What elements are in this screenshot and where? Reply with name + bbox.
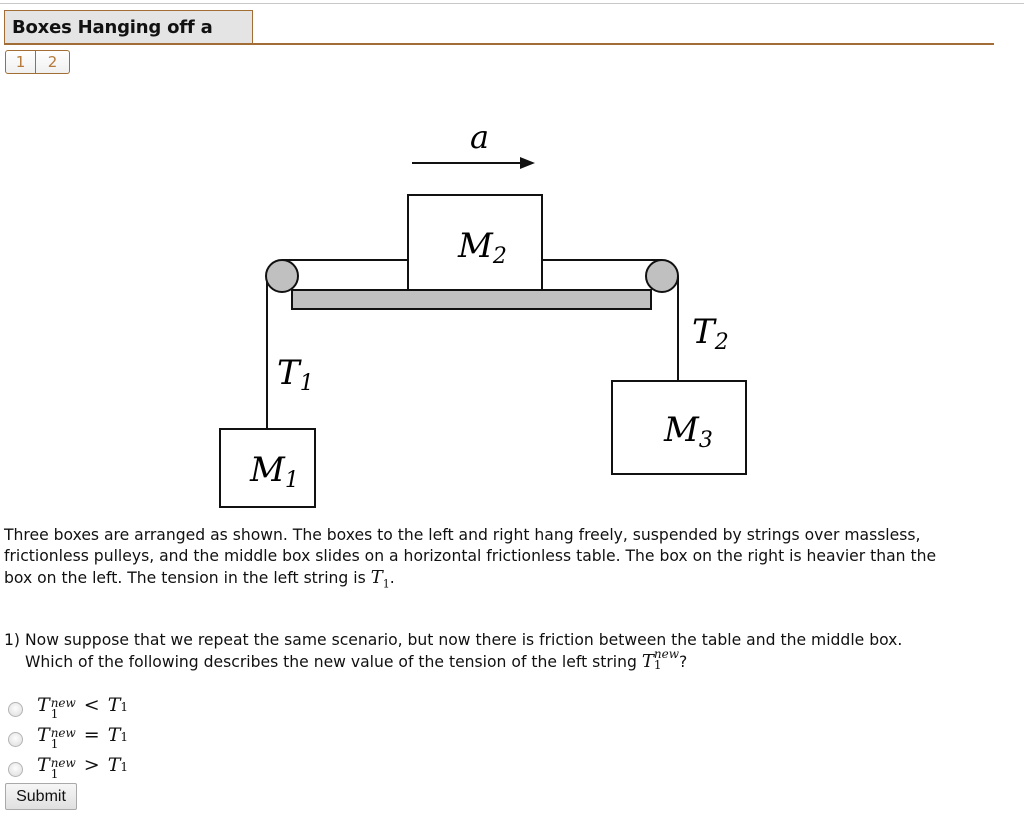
label-t2: T2	[692, 312, 729, 355]
option-equal[interactable]: T new 1 = T1	[8, 724, 128, 754]
question-mark: ?	[679, 653, 688, 671]
radio-option-2[interactable]	[8, 731, 23, 747]
option-1-expression: T new 1 < T1	[37, 694, 129, 721]
page-navigation: 1 2	[5, 50, 70, 74]
table	[291, 289, 652, 310]
radio-option-1[interactable]	[8, 701, 23, 717]
problem-title: Boxes Hanging off a Table	[4, 10, 253, 71]
top-divider	[0, 3, 1024, 4]
description-line-1: Three boxes are arranged as shown. The b…	[4, 526, 921, 544]
problem-description: Three boxes are arranged as shown. The b…	[4, 525, 1004, 595]
label-t1: T1	[277, 353, 314, 396]
option-2-expression: T new 1 = T1	[37, 724, 129, 751]
pulley-diagram: a M2 T1 T2 M1 M3	[219, 118, 747, 508]
description-period: .	[389, 569, 395, 587]
option-3-expression: T new 1 > T1	[37, 754, 129, 781]
description-line-3-text: box on the left. The tension in the left…	[4, 569, 371, 587]
page-button-1[interactable]: 1	[5, 50, 36, 74]
right-pulley	[645, 259, 679, 293]
answer-options: T new 1 < T1 T new 1 = T1 T new 1 > T1	[8, 694, 128, 784]
description-line-3: box on the left. The tension in the left…	[4, 567, 1004, 595]
question-line-2-text: Which of the following describes the new…	[25, 653, 642, 671]
question-number: 1)	[4, 631, 21, 649]
left-pulley	[265, 259, 299, 293]
submit-button[interactable]: Submit	[5, 783, 77, 810]
description-line-2: frictionless pulleys, and the middle box…	[4, 547, 937, 565]
acceleration-label: a	[470, 118, 489, 156]
option-greater-than[interactable]: T new 1 > T1	[8, 754, 128, 784]
question-line-1-text: Now suppose that we repeat the same scen…	[24, 631, 903, 649]
page-button-2[interactable]: 2	[36, 50, 70, 74]
option-less-than[interactable]: T new 1 < T1	[8, 694, 128, 724]
math-t1: T1	[370, 567, 390, 591]
question-line-2: Which of the following describes the new…	[4, 647, 1004, 673]
radio-option-3[interactable]	[8, 761, 23, 777]
question-line-1: 1) Now suppose that we repeat the same s…	[4, 630, 1004, 651]
acceleration-arrow-head	[520, 157, 535, 169]
math-t1-new: Tnew 1	[641, 647, 679, 672]
question-1: 1) Now suppose that we repeat the same s…	[4, 630, 1004, 673]
